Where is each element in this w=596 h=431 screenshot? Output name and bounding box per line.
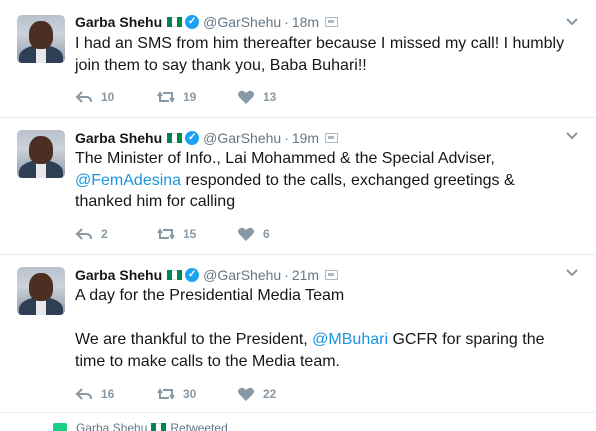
tweet-text: I had an SMS from him thereafter because… (75, 33, 575, 76)
tweet-actions: 10 19 13 (75, 87, 317, 107)
like-button[interactable]: 6 (237, 226, 317, 242)
like-icon (238, 227, 254, 241)
avatar[interactable] (17, 267, 65, 315)
retweet-icon (157, 228, 175, 240)
nigeria-flag-icon (167, 133, 183, 143)
author-name[interactable]: Garba Shehu (75, 14, 162, 30)
like-button[interactable]: 13 (237, 89, 317, 105)
retweet-count: 15 (183, 227, 197, 241)
retweet-icon (53, 423, 67, 431)
retweet-button[interactable]: 19 (157, 89, 237, 105)
nigeria-flag-icon (151, 423, 167, 431)
like-icon (238, 387, 254, 401)
tweet-text: We are thankful to the President, @MBuha… (75, 329, 575, 372)
tweet-header: Garba Shehu ✓ @GarShehu · 18m (75, 12, 339, 32)
retweeter-name[interactable]: Garba Shehu (76, 421, 147, 431)
reply-count: 16 (101, 387, 115, 401)
like-count: 6 (263, 227, 270, 241)
device-icon (325, 17, 339, 27)
author-handle[interactable]: @GarShehu (203, 130, 281, 146)
chevron-down-icon[interactable] (565, 128, 579, 142)
tweet-text-part: The Minister of Info., Lai Mohammed & th… (75, 150, 495, 167)
tweet[interactable]: Garba Shehu ✓ @GarShehu · 18m I had an S… (0, 0, 596, 118)
mention-link[interactable]: @FemAdesina (75, 172, 181, 189)
avatar[interactable] (17, 15, 65, 63)
like-count: 13 (263, 90, 277, 104)
device-icon (325, 133, 339, 143)
verified-icon: ✓ (185, 268, 200, 282)
nigeria-flag-icon (167, 17, 183, 27)
tweet-header: Garba Shehu ✓ @GarShehu · 21m (75, 265, 339, 285)
tweet[interactable]: Garba Shehu ✓ @GarShehu · 21m A day for … (0, 255, 596, 413)
like-count: 22 (263, 387, 277, 401)
avatar[interactable] (17, 130, 65, 178)
separator-dot: · (284, 267, 289, 283)
tweet-text-part: We are thankful to the President, (75, 331, 313, 348)
chevron-down-icon[interactable] (565, 14, 579, 28)
retweet-icon (157, 91, 175, 103)
author-name[interactable]: Garba Shehu (75, 267, 162, 283)
author-handle[interactable]: @GarShehu (203, 14, 281, 30)
retweeted-label: Retweeted (170, 421, 228, 431)
device-icon (325, 270, 339, 280)
timeline: Garba Shehu ✓ @GarShehu · 18m I had an S… (0, 0, 596, 431)
tweet-header: Garba Shehu ✓ @GarShehu · 19m (75, 128, 339, 148)
tweet-timestamp[interactable]: 19m (292, 130, 319, 146)
author-handle[interactable]: @GarShehu (203, 267, 281, 283)
like-button[interactable]: 22 (237, 386, 317, 402)
author-name[interactable]: Garba Shehu (75, 130, 162, 146)
tweet[interactable]: Garba Shehu ✓ @GarShehu · 19m The Minist… (0, 118, 596, 255)
retweet-button[interactable]: 30 (157, 386, 237, 402)
verified-icon: ✓ (185, 15, 200, 29)
reply-button[interactable]: 2 (75, 226, 155, 242)
like-icon (238, 90, 254, 104)
tweet-actions: 16 30 22 (75, 384, 317, 404)
tweet-text-line1: A day for the Presidential Media Team (75, 285, 575, 307)
tweet-text-part: A day for the Presidential Media Team (75, 287, 345, 304)
separator-dot: · (284, 130, 289, 146)
retweeted-indicator: Garba Shehu Retweeted (53, 421, 228, 431)
tweet-timestamp[interactable]: 21m (292, 267, 319, 283)
reply-button[interactable]: 10 (75, 89, 155, 105)
retweet-button[interactable]: 15 (157, 226, 237, 242)
retweet-icon (157, 388, 175, 400)
reply-count: 10 (101, 90, 115, 104)
verified-icon: ✓ (185, 131, 200, 145)
chevron-down-icon[interactable] (565, 265, 579, 279)
nigeria-flag-icon (167, 270, 183, 280)
tweet-text: The Minister of Info., Lai Mohammed & th… (75, 148, 575, 213)
separator-dot: · (284, 14, 289, 30)
reply-icon (75, 228, 92, 240)
reply-button[interactable]: 16 (75, 386, 155, 402)
reply-icon (75, 91, 92, 103)
retweet-count: 30 (183, 387, 197, 401)
tweet-text-body: I had an SMS from him thereafter because… (75, 35, 565, 74)
retweet-count: 19 (183, 90, 197, 104)
reply-count: 2 (101, 227, 108, 241)
tweet-actions: 2 15 6 (75, 224, 317, 244)
reply-icon (75, 388, 92, 400)
tweet-timestamp[interactable]: 18m (292, 14, 319, 30)
mention-link[interactable]: @MBuhari (312, 331, 388, 348)
